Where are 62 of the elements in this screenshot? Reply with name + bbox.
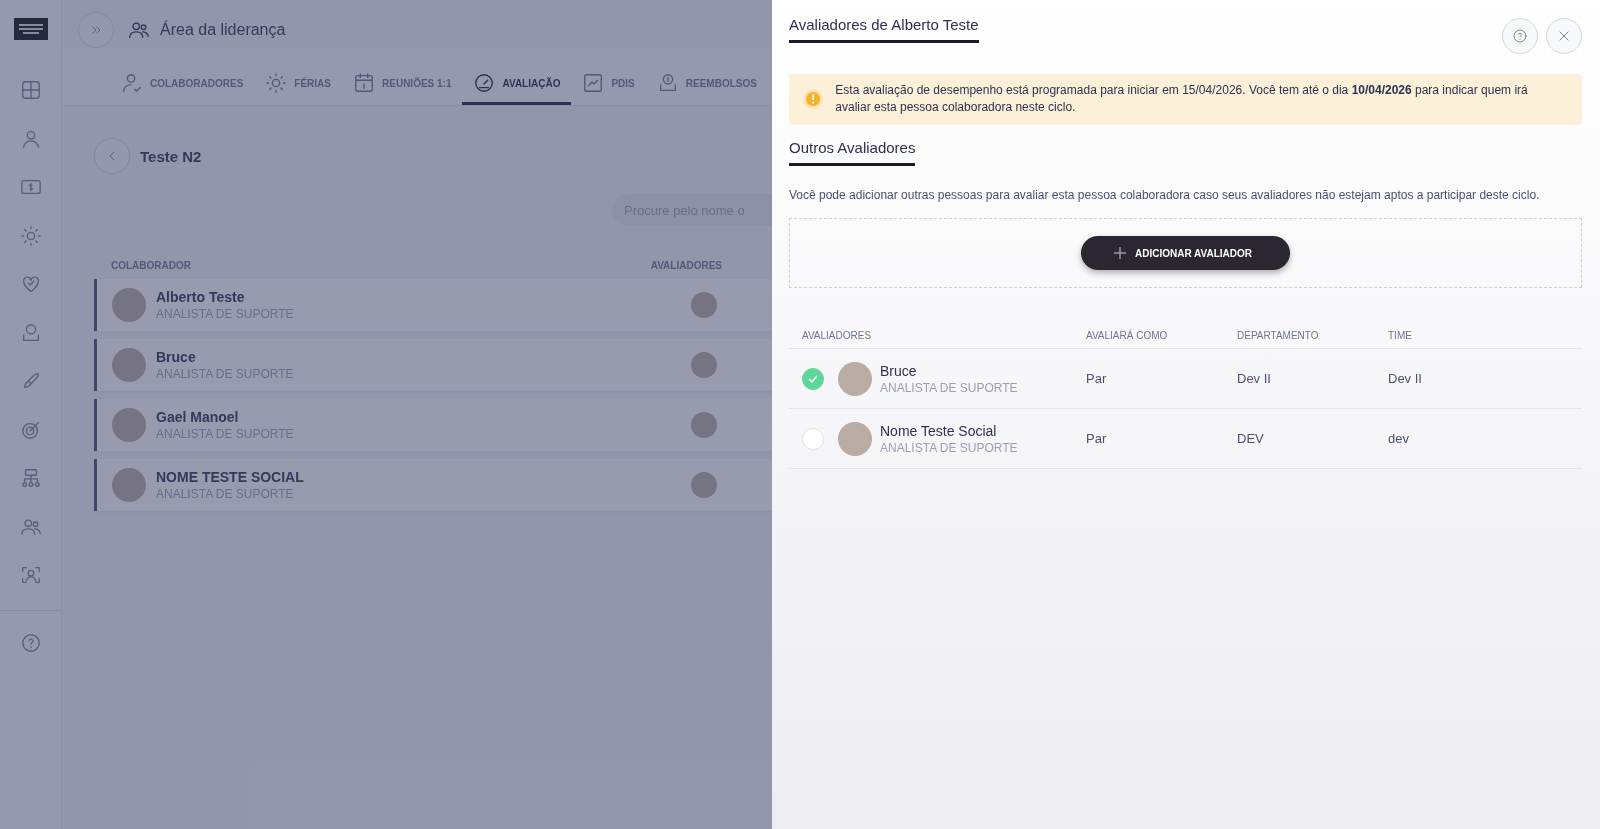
avatar-photo [838,361,872,396]
select-checkbox[interactable] [802,367,824,390]
page-title: Teste N2 [140,147,202,165]
table-cell-text: Dev II [1388,371,1423,386]
evaluator-avatar [691,292,717,318]
column-header: COLABORADOR [111,260,191,271]
page-header-title: Área da liderança [160,21,286,39]
column-header: AVALIADORES [802,329,873,341]
section-description: Você pode adicionar outras pessoas para avaliar esta pessoa colaboradora caso seus avaliadores não estejam aptos a participar deste ciclo. [789,188,1541,202]
nav-tab[interactable]: REUNIÕES 1:1 [342,66,463,105]
evaluator-name: Bruce [880,362,918,379]
back-button[interactable] [94,138,130,174]
avatar-photo [112,288,146,322]
sun-icon [265,72,288,94]
evaluator-avatar [691,472,717,498]
close-button[interactable] [1546,18,1582,54]
evaluator-name: Nome Teste Social [880,422,998,439]
column-header: AVALIADORES [650,260,722,271]
avatar-photo [112,468,146,502]
grid-icon [19,79,42,102]
nav-tab[interactable]: COLABORADORES [110,66,255,105]
table-cell-text: dev [1388,431,1410,446]
help-icon [1512,28,1528,44]
evaluator-avatar [691,412,717,438]
sun-icon [19,224,42,247]
employee-name: NOME TESTE SOCIAL [156,469,304,485]
evaluator-role: ANALISTA DE SUPORTE [880,380,1018,395]
avatar-photo [112,408,146,442]
employee-name: Bruce [156,349,197,365]
column-header: AVALIARÁ COMO [1086,329,1169,341]
help-icon [19,631,42,654]
person-check-icon [121,72,143,94]
nav-tab[interactable]: AVALIAÇÃO [462,66,572,105]
evaluator-avatar [691,352,717,378]
section-title: Outros Avaliadores [789,139,916,166]
evaluator-role: ANALISTA DE SUPORTE [880,440,1018,455]
panel-title: Avaliadores de Alberto Teste [789,16,979,43]
employee-name: Gael Manoel [156,409,240,425]
help-button[interactable] [1502,18,1538,54]
calendar-icon [353,72,375,94]
add-evaluator-button[interactable]: ADICIONAR AVALIADOR [1081,236,1290,270]
nav-tab[interactable]: PDIS [571,66,646,105]
avatar-photo [838,421,872,456]
table-cell-text: DEV [1237,431,1265,446]
nav-tab[interactable]: REEMBOLSOS [645,66,768,105]
table-cell-text: Par [1086,371,1108,386]
warning-text: Esta avaliação de desempenho está programada para iniciar em 15/04/2026. Você tem até o dia 10/04/2026 para indicar quem irá avaliar esta pessoa colaboradora neste ciclo. [835,82,1529,116]
gauge-icon [473,72,496,94]
warning-icon [803,86,824,112]
column-header: TIME [1388,329,1413,341]
hierarchy-icon [19,467,42,490]
table-cell-text: Par [1086,431,1108,446]
employee-name: Alberto Teste [156,289,246,305]
people-icon [128,19,150,41]
plus-icon [1113,246,1127,260]
expand-button[interactable] [78,12,114,48]
avatar-photo [112,348,146,382]
select-checkbox[interactable] [802,427,824,450]
nav-tab[interactable]: FÉRIAS [254,66,342,105]
column-header: DEPARTAMENTO [1237,329,1320,341]
table-cell-text: Dev II [1237,371,1272,386]
chart-icon [582,72,605,94]
